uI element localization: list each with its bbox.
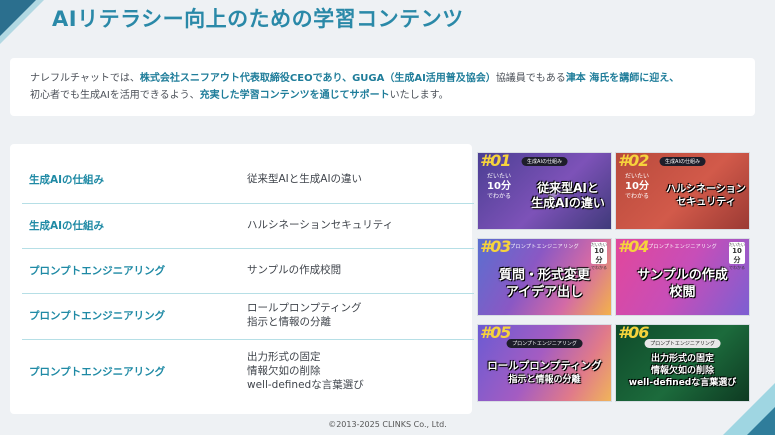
thumbnail-number: #04 (618, 238, 649, 256)
row-category: プロンプトエンジニアリング (29, 264, 166, 277)
thumbnail-tag: プロンプトエンジニアリング (510, 244, 579, 250)
intro-part: 協議員でもある (495, 73, 566, 84)
video-thumbnail-02[interactable]: #02 生成AIの仕組み だいたい 10分 でわかる ハルシネーション セキュリ… (615, 152, 750, 230)
thumbnail-number: #06 (618, 324, 649, 342)
thumbnail-title-line: 指示と情報の分離 (508, 375, 581, 385)
table-row: プロンプトエンジニアリング 出力形式の固定 情報欠如の削除 well-defin… (22, 346, 474, 396)
thumbnail-tag: プロンプトエンジニアリング (648, 244, 717, 250)
intro-part: いたします。 (389, 90, 449, 101)
table-row: プロンプトエンジニアリング ロールプロンプティング 指示と情報の分離 (22, 297, 474, 333)
video-thumbnail-04[interactable]: #04 プロンプトエンジニアリング だいたい 10分 でわかる サンプルの作成 … (615, 238, 750, 316)
thumbnail-tag: プロンプトエンジニアリング (644, 339, 721, 348)
thumbnail-number: #02 (618, 152, 649, 170)
thumbnail-title-line: 情報欠如の削除 (650, 366, 714, 376)
row-category: プロンプトエンジニアリング (29, 365, 166, 378)
badge-text: だいたい (486, 173, 511, 180)
copyright-footer: ©2013-2025 CLINKS Co., Ltd. (328, 420, 447, 429)
badge-minutes: 10分 (487, 181, 511, 192)
badge-text: でわかる (486, 193, 511, 200)
row-topic: well-definedな言葉選び (247, 379, 364, 391)
thumbnail-number: #05 (480, 324, 511, 342)
row-divider (22, 293, 474, 294)
intro-emphasis: 株式会社スニフアウト代表取締役CEOであり、GUGA（生成AI活用普及協会） (139, 73, 496, 84)
row-topic: サンプルの作成校閲 (247, 264, 342, 276)
thumbnail-number: #03 (480, 238, 511, 256)
thumbnail-title: サンプルの作成 校閲 (616, 267, 749, 301)
badge-minutes: 10分 (732, 247, 742, 264)
row-topics: 出力形式の固定 情報欠如の削除 well-definedな言葉選び (247, 350, 364, 392)
intro-part: ナレフルチャットでは、 (30, 73, 140, 84)
row-topic: 従来型AIと生成AIの違い (247, 173, 363, 185)
row-topic: ロールプロンプティング (247, 302, 362, 314)
thumbnail-tag: 生成AIの仕組み (521, 157, 568, 166)
thumbnail-title-line: ロールプロンプティング (487, 360, 602, 372)
thumbnail-tag: 生成AIの仕組み (659, 157, 706, 166)
badge-minutes: 10分 (594, 247, 604, 264)
intro-emphasis: 津本 海氏を講師に迎え、 (565, 73, 680, 84)
thumbnail-title-line: 出力形式の固定 (650, 354, 714, 364)
video-thumbnail-03[interactable]: #03 プロンプトエンジニアリング だいたい 10分 でわかる 質問・形式変更 … (477, 238, 612, 316)
row-topic: 出力形式の固定 (247, 351, 321, 363)
page-title: AIリテラシー向上のための学習コンテンツ (52, 7, 464, 31)
curriculum-table: 生成AIの仕組み 従来型AIと生成AIの違い 生成AIの仕組み ハルシネーション… (10, 144, 474, 414)
thumbnail-title: 質問・形式変更 アイデア出し (478, 267, 611, 301)
intro-text: ナレフルチャットでは、株式会社スニフアウト代表取締役CEOであり、GUGA（生成… (10, 58, 755, 116)
intro-part: 初心者でも生成AIを活用できるよう、 (30, 90, 200, 101)
thumbnail-title: 出力形式の固定 情報欠如の削除 well-definedな言葉選び (616, 353, 749, 389)
thumbnail-title-line: 従来型AIと (537, 181, 599, 195)
corner-decoration (0, 0, 36, 36)
row-topic: 情報欠如の削除 (247, 365, 321, 377)
row-category: プロンプトエンジニアリング (29, 309, 166, 322)
duration-badge: だいたい 10分 でわかる (591, 242, 607, 270)
row-divider (22, 203, 474, 204)
video-thumbnail-01[interactable]: #01 生成AIの仕組み だいたい 10分 でわかる 従来型AIと 生成AIの違… (477, 152, 612, 230)
video-thumbnail-06[interactable]: #06 プロンプトエンジニアリング 出力形式の固定 情報欠如の削除 well-d… (615, 324, 750, 402)
thumbnail-title: ハルシネーション セキュリティ (662, 183, 749, 209)
thumbnail-title-line: セキュリティ (676, 197, 736, 208)
row-category: 生成AIの仕組み (29, 173, 105, 186)
thumbnail-title-line: well-definedな言葉選び (628, 378, 737, 388)
thumbnail-title-line: アイデア出し (505, 285, 584, 300)
thumbnail-title-line: ハルシネーション (666, 184, 746, 195)
row-divider (22, 339, 474, 340)
badge-text: でわかる (624, 193, 649, 200)
duration-badge: だいたい 10分 でわかる (484, 173, 514, 201)
table-row: 生成AIの仕組み ハルシネーションセキュリティ (22, 210, 474, 240)
row-topic: 指示と情報の分離 (247, 316, 331, 328)
thumbnail-title-line: 質問・形式変更 (498, 268, 590, 283)
duration-badge: だいたい 10分 でわかる (729, 242, 745, 270)
duration-badge: だいたい 10分 でわかる (622, 173, 652, 201)
intro-emphasis: 充実した学習コンテンツを通じてサポート (199, 90, 390, 101)
table-row: 生成AIの仕組み 従来型AIと生成AIの違い (22, 164, 474, 194)
badge-text: だいたい (624, 173, 649, 180)
badge-minutes: 10分 (625, 181, 649, 192)
row-divider (22, 248, 474, 249)
thumbnail-title-line: 校閲 (669, 285, 696, 300)
thumbnail-tag: プロンプトエンジニアリング (506, 339, 583, 348)
thumbnail-number: #01 (480, 152, 511, 170)
thumbnail-title-line: サンプルの作成 (637, 268, 728, 283)
table-row: プロンプトエンジニアリング サンプルの作成校閲 (22, 255, 474, 285)
thumbnail-title: ロールプロンプティング 指示と情報の分離 (478, 359, 611, 387)
thumbnail-title-line: 生成AIの違い (531, 196, 605, 210)
row-topic: ハルシネーションセキュリティ (247, 219, 394, 231)
row-category: 生成AIの仕組み (29, 219, 105, 232)
thumbnail-title: 従来型AIと 生成AIの違い (526, 181, 610, 211)
row-topics: ロールプロンプティング 指示と情報の分離 (247, 301, 362, 329)
video-thumbnail-05[interactable]: #05 プロンプトエンジニアリング ロールプロンプティング 指示と情報の分離 (477, 324, 612, 402)
